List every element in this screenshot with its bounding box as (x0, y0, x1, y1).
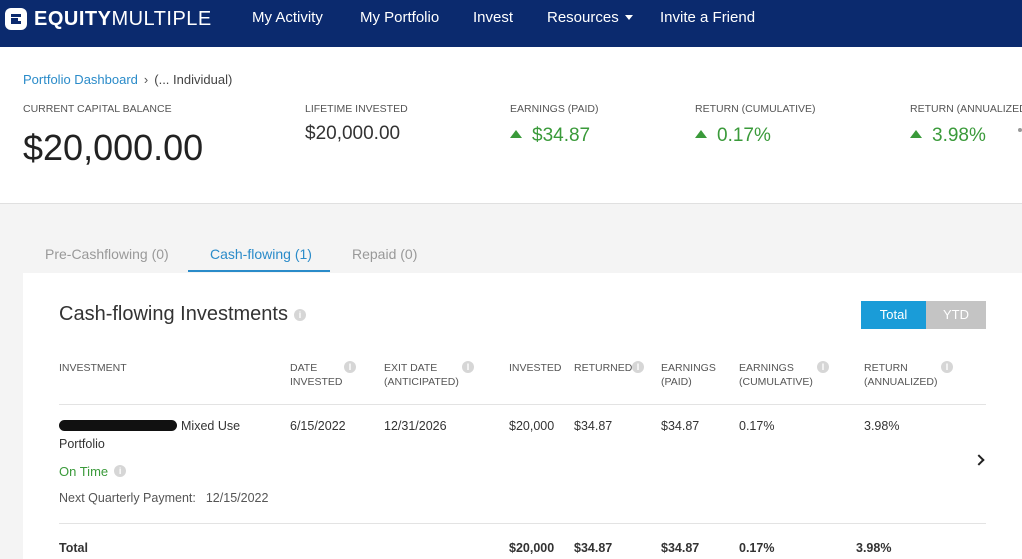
portfolio-summary: Portfolio Dashboard › (... Individual) CUR… (0, 47, 1022, 204)
card-title: Cash-flowing Investments i (59, 303, 306, 326)
tab-pre-cashflowing[interactable]: Pre-Cashflowing (0) (45, 246, 169, 262)
header-returned: RETURNED i (574, 361, 644, 375)
tab-repaid[interactable]: Repaid (0) (352, 246, 417, 262)
cell-return-annualized: 3.98% (864, 419, 900, 433)
scroll-indicator (1018, 128, 1022, 132)
cell-exit-date: 12/31/2026 (384, 419, 447, 433)
brand-wordmark[interactable]: EQUITYMULTIPLE (34, 8, 212, 31)
arrow-up-icon (510, 130, 522, 138)
total-returned: $34.87 (574, 541, 613, 555)
info-icon[interactable]: i (293, 309, 306, 321)
total-invested: $20,000 (509, 541, 555, 555)
cell-earnings-paid: $34.87 (661, 419, 700, 433)
equitymultiple-logo-icon[interactable] (5, 8, 27, 30)
lifetime-invested-label: LIFETIME INVESTED (305, 103, 408, 115)
header-date-invested: DATE INVESTED i (290, 361, 356, 389)
divider (59, 404, 986, 405)
nav-invest[interactable]: Invest (473, 9, 513, 26)
return-annualized-label: RETURN (ANNUALIZED) (910, 103, 1022, 115)
lifetime-invested-value: $20,000.00 (305, 123, 401, 144)
total-return-annualized: 3.98% (856, 541, 892, 555)
nav-invite-friend[interactable]: Invite a Friend (660, 9, 755, 26)
cell-date-invested: 6/15/2022 (290, 419, 346, 433)
cell-earnings-cumulative: 0.17% (739, 419, 775, 433)
header-return-annualized: RETURN (ANNUALIZED) i (864, 361, 953, 389)
info-icon[interactable]: i (344, 361, 356, 373)
nav-my-activity[interactable]: My Activity (252, 9, 323, 26)
header-earnings-paid: EARNINGS (PAID) (661, 362, 716, 388)
breadcrumb-portfolio-dashboard[interactable]: Portfolio Dashboard (23, 72, 138, 87)
investment-name-link[interactable]: Mixed Use Portfolio (59, 417, 240, 453)
breadcrumb-current: (... Individual) (154, 72, 233, 87)
total-label: Total (59, 541, 88, 555)
chevron-right-icon: › (143, 72, 149, 87)
toggle-total-button[interactable]: Total (861, 301, 926, 329)
header-investment: INVESTMENT (59, 362, 127, 374)
return-cumulative-label: RETURN (CUMULATIVE) (695, 103, 816, 115)
caret-down-icon (624, 15, 633, 20)
header-earnings-cumulative: EARNINGS (CUMULATIVE) i (739, 361, 829, 389)
cell-returned: $34.87 (574, 419, 613, 433)
earnings-paid-value: $34.87 (510, 125, 590, 147)
info-icon[interactable]: i (632, 361, 644, 373)
total-earnings-cumulative: 0.17% (739, 541, 775, 555)
capital-balance-value: $20,000.00 (23, 127, 204, 168)
redacted-text (59, 420, 177, 431)
nav-my-portfolio[interactable]: My Portfolio (360, 9, 439, 26)
header-exit-date: EXIT DATE (ANTICIPATED) i (384, 361, 474, 389)
cell-invested: $20,000 (509, 419, 555, 433)
arrow-up-icon (910, 130, 922, 138)
total-earnings-paid: $34.87 (661, 541, 700, 555)
breadcrumb: Portfolio Dashboard › (... Individual) (23, 72, 232, 87)
status-badge: On Time i (59, 464, 127, 479)
return-annualized-value: 3.98% (910, 125, 986, 147)
chevron-right-icon[interactable] (973, 454, 985, 466)
header-invested: INVESTED (509, 362, 562, 374)
investments-card: Cash-flowing Investments i Total YTD INVE… (23, 273, 1022, 559)
info-icon[interactable]: i (941, 361, 953, 373)
info-icon[interactable]: i (817, 361, 829, 373)
tab-cash-flowing[interactable]: Cash-flowing (1) (210, 246, 312, 262)
nav-resources[interactable]: Resources (547, 9, 633, 26)
earnings-paid-label: EARNINGS (PAID) (510, 103, 599, 115)
active-tab-indicator (188, 270, 330, 272)
toggle-ytd-button[interactable]: YTD (926, 301, 986, 329)
info-icon[interactable]: i (114, 465, 127, 477)
return-cumulative-value: 0.17% (695, 125, 771, 147)
info-icon[interactable]: i (462, 361, 474, 373)
arrow-up-icon (695, 130, 707, 138)
next-payment: Next Quarterly Payment: 12/15/2022 (59, 491, 269, 505)
divider (59, 523, 986, 524)
capital-balance-label: CURRENT CAPITAL BALANCE (23, 103, 172, 115)
top-nav: EQUITYMULTIPLE My Activity My Portfolio … (0, 0, 1022, 47)
